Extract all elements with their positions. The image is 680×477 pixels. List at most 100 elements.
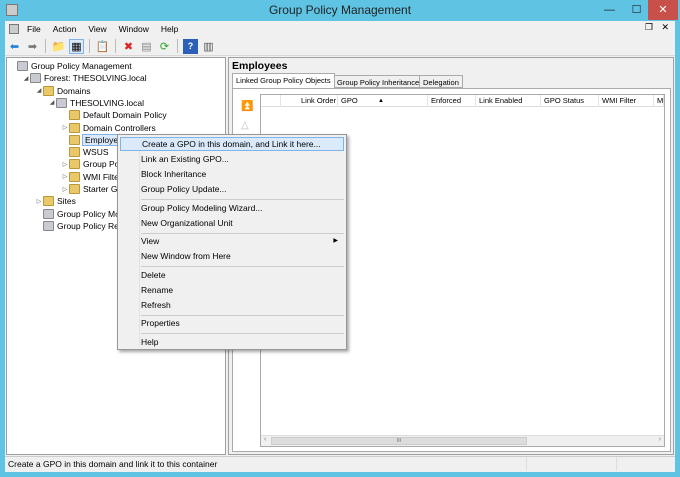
col-gpo[interactable]: GPO ▲	[338, 95, 428, 107]
menu-item-label: View	[141, 236, 160, 247]
maximize-button[interactable]: ☐	[623, 0, 650, 20]
refresh-icon[interactable]: ⟳	[157, 39, 172, 54]
context-menu-item[interactable]: New Window from Here	[120, 249, 344, 263]
menu-item-label: Delete	[141, 269, 166, 280]
system-menu-icon[interactable]	[9, 23, 19, 34]
action-pane-icon[interactable]: ▥	[201, 39, 216, 54]
context-menu-item[interactable]: New Organizational Unit	[120, 216, 344, 230]
minimize-button[interactable]: —	[596, 0, 623, 20]
context-menu-item[interactable]: Refresh	[120, 298, 344, 312]
details-title: Employees	[232, 60, 288, 72]
col-modified[interactable]: Modified	[654, 95, 664, 107]
tree-node-icon	[43, 220, 54, 231]
tree-node-icon	[69, 122, 80, 133]
tree-node-icon	[69, 147, 80, 158]
mdi-close-button[interactable]: ✕	[661, 22, 669, 33]
tree-node-label: Sites	[57, 196, 76, 207]
context-menu-item[interactable]: Link an Existing GPO...	[120, 152, 344, 166]
tab-delegation[interactable]: Delegation	[419, 75, 463, 88]
context-menu-item[interactable]: Group Policy Update...	[120, 182, 344, 196]
tree-node-label: WSUS	[83, 147, 109, 158]
tree-node-icon	[17, 61, 28, 71]
menu-help[interactable]: Help	[155, 24, 184, 34]
menu-action[interactable]: Action	[47, 24, 83, 34]
title-bar: Group Policy Management — ☐ ✕	[0, 0, 680, 21]
window-title: Group Policy Management	[268, 3, 412, 17]
delete-icon[interactable]: ✖	[121, 39, 136, 54]
expander-icon[interactable]: ◢	[48, 99, 56, 106]
tab-linked-gpos[interactable]: Linked Group Policy Objects	[232, 73, 335, 88]
tree-node-label: Domain Controllers	[83, 122, 156, 133]
move-top-icon[interactable]: ⏫	[241, 101, 253, 112]
show-hide-tree-icon[interactable]: ▦	[69, 38, 84, 54]
tree-node-icon	[56, 97, 67, 108]
move-up-icon[interactable]: △	[241, 120, 249, 131]
tree-node-icon	[43, 208, 54, 219]
tree-node-icon	[43, 196, 54, 207]
col-link-order[interactable]: Link Order	[281, 95, 338, 107]
tree-node-label: Default Domain Policy	[83, 110, 167, 121]
submenu-arrow-icon: ▶	[333, 238, 338, 245]
menu-item-label: Link an Existing GPO...	[141, 154, 229, 164]
tree-node[interactable]: ◢ THESOLVING.local	[48, 97, 144, 109]
context-menu-item[interactable]: View ▶	[120, 234, 344, 248]
tree-node[interactable]: Group Policy Management	[9, 60, 132, 72]
close-button[interactable]: ✕	[648, 0, 678, 20]
menu-item-label: New Organizational Unit	[141, 217, 233, 228]
tree-node-icon	[43, 85, 54, 96]
expander-icon[interactable]: ▷	[61, 124, 69, 131]
tree-node[interactable]: WSUS	[61, 146, 109, 158]
toolbar: ⬅ ➡ 📁 ▦ 📋 ✖ ▤ ⟳ ? ▥	[5, 37, 675, 56]
menu-view[interactable]: View	[82, 24, 112, 34]
back-icon[interactable]: ⬅	[7, 39, 22, 54]
menu-item-label: Create a GPO in this domain, and Link it…	[142, 139, 321, 149]
sort-ascending-icon: ▲	[378, 98, 384, 104]
menu-item-label: Group Policy Update...	[141, 184, 227, 194]
expander-icon[interactable]: ▷	[35, 198, 43, 205]
col-enforced[interactable]: Enforced	[428, 95, 476, 107]
status-text: Create a GPO in this domain and link it …	[8, 459, 218, 469]
col-wmi-filter[interactable]: WMI Filter	[599, 95, 654, 107]
col-gpo-label: GPO	[341, 96, 358, 105]
properties-icon[interactable]: ▤	[139, 39, 154, 54]
expander-icon[interactable]: ◢	[22, 75, 30, 82]
tree-node-icon	[30, 73, 41, 84]
horizontal-scrollbar[interactable]: ‹ III ›	[261, 435, 664, 446]
context-menu-item[interactable]: Create a GPO in this domain, and Link it…	[120, 137, 344, 151]
scroll-right-icon[interactable]: ›	[659, 436, 661, 443]
tree-node[interactable]: Default Domain Policy	[61, 109, 167, 121]
mdi-restore-button[interactable]: ❐	[645, 22, 653, 33]
tree-node-icon	[69, 184, 80, 194]
clipboard-icon[interactable]: 📋	[95, 39, 110, 54]
tree-node[interactable]: ◢ Forest: THESOLVING.local	[22, 72, 147, 84]
up-folder-icon[interactable]: 📁	[51, 39, 66, 54]
tree-node[interactable]: ▷ Sites	[35, 195, 76, 207]
tree-node-icon	[69, 171, 80, 182]
expander-icon[interactable]: ▷	[61, 186, 69, 193]
tree-node[interactable]: ◢ Domains	[35, 85, 91, 97]
col-gpo-status[interactable]: GPO Status	[541, 95, 599, 107]
context-menu-item[interactable]: Properties	[120, 316, 344, 330]
expander-icon[interactable]: ◢	[35, 87, 43, 94]
expander-icon[interactable]: ▷	[61, 161, 69, 168]
status-bar: Create a GPO in this domain and link it …	[5, 456, 675, 471]
forward-icon[interactable]: ➡	[25, 39, 40, 54]
context-menu-item[interactable]: Block Inheritance	[120, 167, 344, 181]
menu-window[interactable]: Window	[113, 24, 155, 34]
menu-file[interactable]: File	[21, 24, 47, 34]
tree-node[interactable]: ▷ Domain Controllers	[61, 122, 156, 134]
scroll-left-icon[interactable]: ‹	[264, 436, 266, 443]
context-menu-item[interactable]: Group Policy Modeling Wizard...	[120, 201, 344, 215]
scroll-thumb[interactable]: III	[271, 437, 527, 445]
tree-node-label: Domains	[57, 85, 91, 96]
expander-icon[interactable]: ▷	[61, 173, 69, 180]
help-icon[interactable]: ?	[183, 38, 198, 54]
context-menu-item[interactable]: Delete	[120, 268, 344, 282]
menu-item-label: Help	[141, 337, 159, 347]
tab-inheritance[interactable]: Group Policy Inheritance	[333, 75, 424, 88]
col-link-enabled[interactable]: Link Enabled	[476, 95, 541, 107]
tree-node-icon	[69, 110, 80, 121]
context-menu-item[interactable]: Rename	[120, 283, 344, 297]
context-menu: Create a GPO in this domain, and Link it…	[117, 134, 347, 350]
context-menu-item[interactable]: Help	[120, 335, 344, 349]
